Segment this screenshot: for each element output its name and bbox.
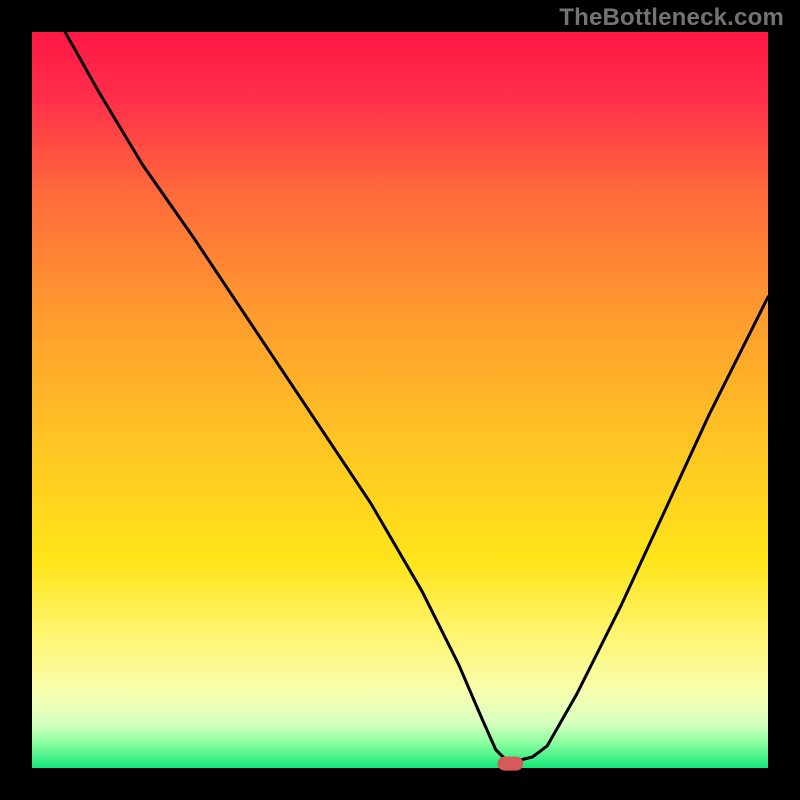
gradient-background — [32, 32, 768, 768]
chart-container: TheBottleneck.com — [0, 0, 800, 800]
optimal-marker — [498, 757, 524, 771]
bottleneck-chart — [0, 0, 800, 800]
watermark-text: TheBottleneck.com — [559, 4, 784, 32]
plot-area — [32, 32, 768, 768]
